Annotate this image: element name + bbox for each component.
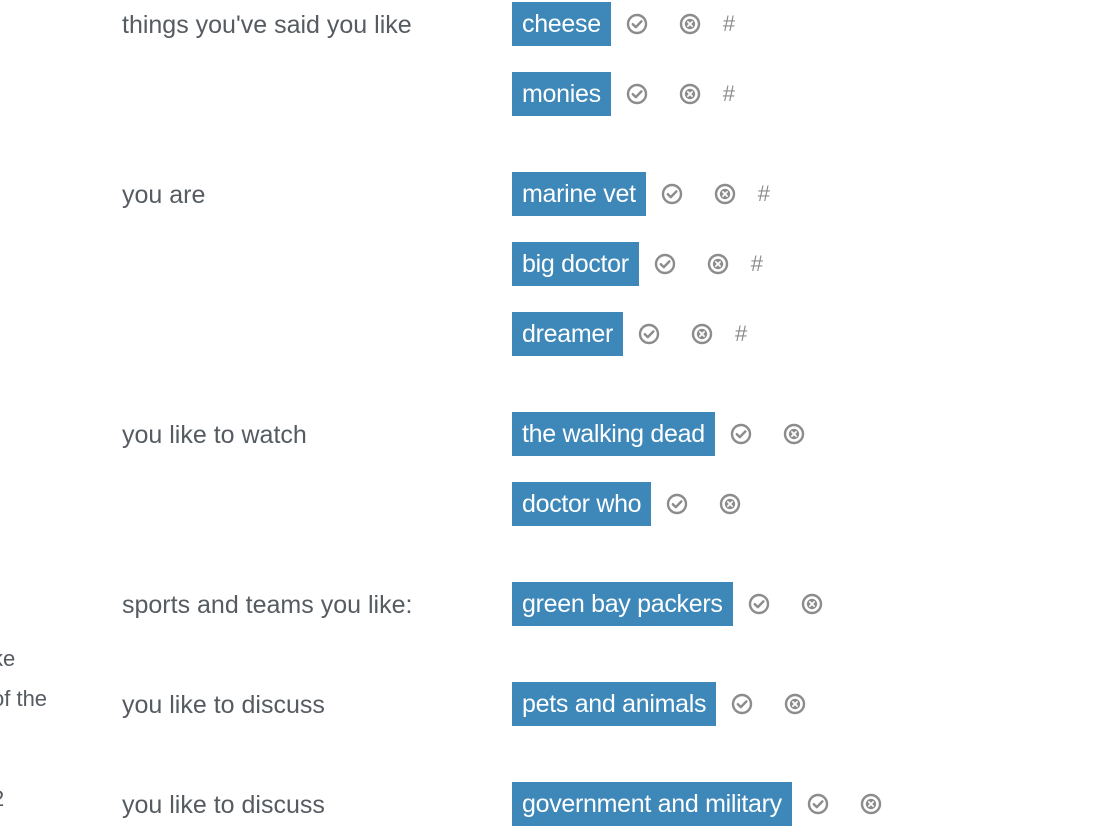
hashtag-button[interactable]: # (758, 182, 770, 206)
section-label: sports and teams you like: (122, 591, 413, 619)
section-label: you are (122, 181, 206, 209)
edge-text-fragment: 2 (0, 786, 4, 812)
check-circle-icon[interactable] (730, 692, 754, 716)
check-circle-icon[interactable] (625, 82, 649, 106)
x-circle-icon[interactable] (706, 252, 730, 276)
x-circle-icon[interactable] (678, 12, 702, 36)
section-label: you like to watch (122, 421, 307, 449)
hashtag-button[interactable]: # (735, 322, 747, 346)
x-circle-icon[interactable] (678, 82, 702, 106)
tag-chip[interactable]: green bay packers (512, 582, 733, 626)
tag-row: marine vet # (512, 172, 770, 216)
section-label: you like to discuss (122, 791, 325, 819)
check-circle-icon[interactable] (625, 12, 649, 36)
tag-chip[interactable]: cheese (512, 2, 611, 46)
check-circle-icon[interactable] (729, 422, 753, 446)
tag-chip[interactable]: government and military (512, 782, 792, 826)
x-circle-icon[interactable] (859, 792, 883, 816)
x-circle-icon[interactable] (690, 322, 714, 346)
tag-row: dreamer # (512, 312, 747, 356)
x-circle-icon[interactable] (800, 592, 824, 616)
tag-row: government and military (512, 782, 883, 826)
x-circle-icon[interactable] (718, 492, 742, 516)
tag-chip[interactable]: pets and animals (512, 682, 717, 726)
check-circle-icon[interactable] (747, 592, 771, 616)
check-circle-icon[interactable] (806, 792, 830, 816)
x-circle-icon[interactable] (783, 692, 807, 716)
tag-chip[interactable]: dreamer (512, 312, 623, 356)
tag-chip[interactable]: the walking dead (512, 412, 715, 456)
x-circle-icon[interactable] (782, 422, 806, 446)
page: ke of the 2 things you've said you like … (0, 0, 1120, 840)
x-circle-icon[interactable] (713, 182, 737, 206)
tag-row: pets and animals (512, 682, 807, 726)
tag-chip[interactable]: doctor who (512, 482, 652, 526)
hashtag-button[interactable]: # (723, 12, 735, 36)
edge-text-fragment: of the (0, 686, 48, 711)
tag-row: the walking dead (512, 412, 806, 456)
hashtag-button[interactable]: # (751, 252, 763, 276)
check-circle-icon[interactable] (660, 182, 684, 206)
check-circle-icon[interactable] (637, 322, 661, 346)
section-label: things you've said you like (122, 11, 412, 39)
tag-row: monies # (512, 72, 735, 116)
tag-chip[interactable]: monies (512, 72, 611, 116)
section-label: you like to discuss (122, 691, 325, 719)
edge-text-fragment: ke (0, 646, 16, 671)
tag-chip[interactable]: marine vet (512, 172, 646, 216)
tag-row: green bay packers (512, 582, 824, 626)
tag-row: big doctor # (512, 242, 763, 286)
tag-chip[interactable]: big doctor (512, 242, 639, 286)
check-circle-icon[interactable] (653, 252, 677, 276)
hashtag-button[interactable]: # (723, 82, 735, 106)
tag-row: doctor who (512, 482, 742, 526)
check-circle-icon[interactable] (665, 492, 689, 516)
tag-row: cheese # (512, 2, 735, 46)
